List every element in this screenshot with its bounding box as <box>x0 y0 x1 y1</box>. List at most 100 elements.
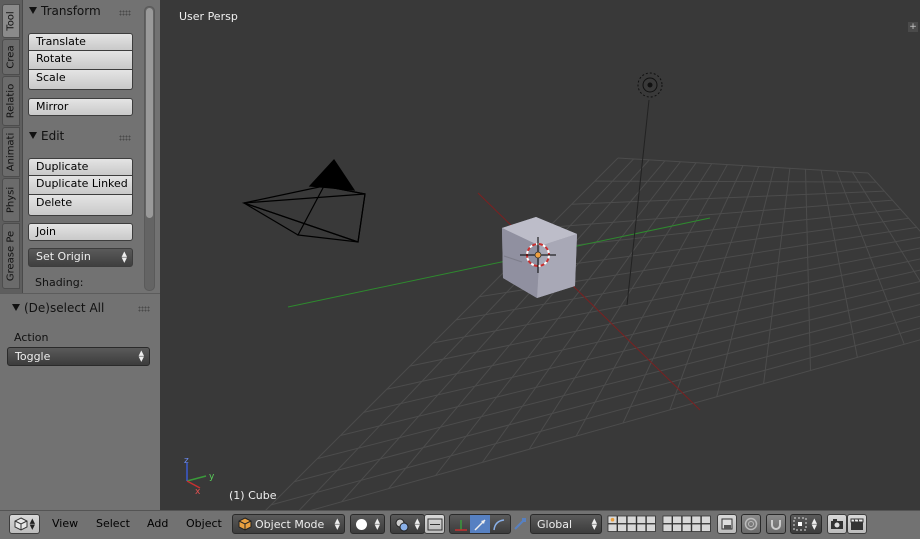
render-animation-icon <box>850 517 864 531</box>
rotate-manipulator-active[interactable] <box>470 515 490 533</box>
3d-viewport[interactable]: y z x User Persp (1) Cube + <box>160 0 920 510</box>
layer-cell[interactable] <box>618 516 627 524</box>
scale-button[interactable]: Scale <box>28 70 133 90</box>
operator-panel: (De)select All Action Toggle ▲▼ <box>0 293 160 511</box>
collapse-triangle-icon <box>12 304 20 311</box>
layer-cell[interactable] <box>701 524 710 532</box>
edit-panel-header[interactable]: Edit <box>29 127 64 145</box>
duplicate-linked-button[interactable]: Duplicate Linked <box>28 176 133 195</box>
orientation-dropdown[interactable]: Global ▲▼ <box>530 514 602 534</box>
duplicate-button[interactable]: Duplicate <box>28 158 133 176</box>
layer-cell[interactable] <box>692 524 701 532</box>
menu-select[interactable]: Select <box>96 517 130 530</box>
grid-line <box>410 255 920 367</box>
shading-label: Shading: <box>35 276 83 289</box>
layer-cell[interactable] <box>682 524 691 532</box>
transform-panel-header[interactable]: Transform <box>29 2 101 20</box>
mirror-button[interactable]: Mirror <box>28 98 133 116</box>
blender-window: Tool Crea Relatio Animati Physi Grease P… <box>0 0 920 538</box>
floor-grid <box>248 158 920 510</box>
layer-cell[interactable] <box>637 516 646 524</box>
layer-cell[interactable] <box>673 524 682 532</box>
dropdown-arrows-icon: ▲▼ <box>122 251 127 263</box>
camera-object[interactable] <box>244 160 365 242</box>
layers-grid-icon <box>662 515 712 533</box>
menu-add[interactable]: Add <box>147 517 168 530</box>
manipulator-group <box>449 514 511 534</box>
layer-cell[interactable] <box>673 516 682 524</box>
tab-create[interactable]: Crea <box>2 39 20 75</box>
snap-element-dropdown[interactable]: ▲▼ <box>790 514 822 534</box>
tab-relations[interactable]: Relatio <box>2 76 20 126</box>
render-animation-button[interactable] <box>847 514 867 534</box>
tab-animation[interactable]: Animati <box>2 127 20 177</box>
lock-camera-icon <box>720 517 734 531</box>
menu-view[interactable]: View <box>52 517 78 530</box>
pivot-point-dropdown[interactable]: ▲▼ <box>390 514 425 534</box>
grid-line <box>295 159 634 510</box>
rotate-button[interactable]: Rotate <box>28 51 133 70</box>
viewport-shading-dropdown[interactable]: ▲▼ <box>350 514 385 534</box>
dropdown-arrows-icon: ▲▼ <box>592 518 597 530</box>
tab-grease-pencil[interactable]: Grease Pe <box>2 223 20 289</box>
tool-shelf: Tool Crea Relatio Animati Physi Grease P… <box>0 0 160 510</box>
area-split-corner-icon[interactable]: + <box>908 22 918 32</box>
active-layer-dot <box>611 518 615 522</box>
layer-cell[interactable] <box>646 516 655 524</box>
pivot-point-icon <box>394 517 410 532</box>
manipulator-toggle-button[interactable] <box>424 514 445 534</box>
grid-line <box>821 170 857 357</box>
delete-button[interactable]: Delete <box>28 195 133 216</box>
grid-line <box>670 166 759 409</box>
panel-drag-grip-icon[interactable] <box>119 135 131 141</box>
viewport-scene: y z x <box>160 0 920 510</box>
panel-drag-grip-icon[interactable] <box>138 306 150 312</box>
menu-object[interactable]: Object <box>186 517 222 530</box>
layer-cell[interactable] <box>682 516 691 524</box>
layer-cell[interactable] <box>637 524 646 532</box>
collapse-triangle-icon <box>29 132 37 139</box>
axis-gizmo-icon: y z x <box>184 456 215 497</box>
grid-line <box>387 264 920 390</box>
mode-dropdown[interactable]: Object Mode ▲▼ <box>232 514 345 534</box>
tab-tool[interactable]: Tool <box>2 4 20 38</box>
layers-grid-2[interactable] <box>662 515 712 533</box>
layer-cell[interactable] <box>692 516 701 524</box>
layer-cell[interactable] <box>627 524 636 532</box>
set-origin-dropdown[interactable]: Set Origin ▲▼ <box>28 248 133 267</box>
tab-physics[interactable]: Physi <box>2 178 20 222</box>
snap-element-icon <box>793 517 807 531</box>
proportional-editing-button[interactable] <box>741 514 761 534</box>
render-image-button[interactable] <box>827 514 847 534</box>
active-object-label: (1) Cube <box>229 489 276 502</box>
grid-line <box>837 171 905 344</box>
operator-panel-header[interactable]: (De)select All <box>12 299 104 317</box>
layer-cell[interactable] <box>646 524 655 532</box>
translate-button[interactable]: Translate <box>28 33 133 51</box>
tool-shelf-scrollbar[interactable] <box>144 6 155 291</box>
layer-cell[interactable] <box>627 516 636 524</box>
object-mode-cube-icon <box>238 517 252 531</box>
layer-cell[interactable] <box>618 524 627 532</box>
grid-line <box>618 158 868 173</box>
editor-type-icon <box>14 517 28 531</box>
grid-line <box>526 209 901 250</box>
snap-magnet-icon <box>769 517 783 531</box>
layer-cell[interactable] <box>608 524 617 532</box>
join-button[interactable]: Join <box>28 223 133 241</box>
layer-cell[interactable] <box>663 516 672 524</box>
action-dropdown[interactable]: Toggle ▲▼ <box>7 347 150 366</box>
translate-manipulator-icon[interactable] <box>453 517 469 532</box>
transform-arrow-icon[interactable] <box>512 516 528 531</box>
scale-manipulator-icon[interactable] <box>491 517 507 532</box>
snap-toggle-button[interactable] <box>766 514 786 534</box>
layers-grid-icon <box>607 515 657 533</box>
editor-type-button[interactable]: ▲▼ <box>9 514 40 534</box>
lock-camera-button[interactable] <box>717 514 737 534</box>
layers-grid-1[interactable] <box>607 515 657 533</box>
panel-drag-grip-icon[interactable] <box>119 10 131 16</box>
scrollbar-thumb[interactable] <box>146 8 153 218</box>
layer-cell[interactable] <box>663 524 672 532</box>
layer-cell[interactable] <box>701 516 710 524</box>
dropdown-arrows-icon: ▲▼ <box>139 350 144 362</box>
